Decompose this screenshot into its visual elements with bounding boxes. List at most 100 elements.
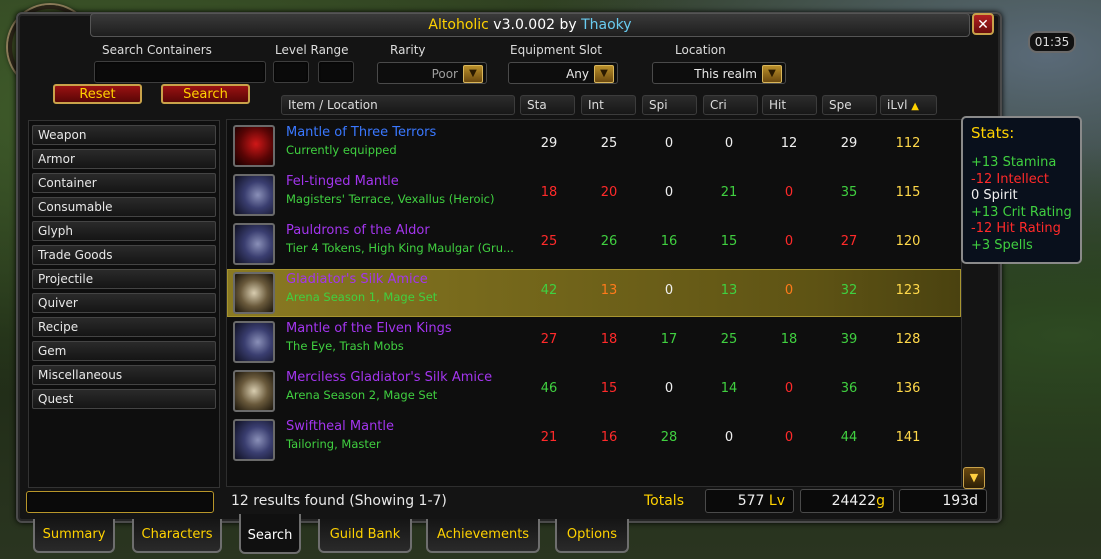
stat-cri: 21 [720,185,738,200]
status-input[interactable] [26,491,214,513]
search-button[interactable]: Search [161,84,250,104]
app-name: Altoholic [428,17,489,33]
tab-summary[interactable]: Summary [33,519,115,553]
window-title[interactable]: Altoholic v3.0.002 by Thaoky [90,13,970,37]
column-header-spe[interactable]: Spe [822,95,877,115]
stat-cri: 15 [720,234,738,249]
stat-spi: 0 [664,381,674,396]
item-name[interactable]: Merciless Gladiator's Silk Amice [286,370,492,385]
column-header-int[interactable]: Int [581,95,636,115]
level-min-input[interactable] [273,61,309,83]
reset-button[interactable]: Reset [53,84,142,104]
category-glyph[interactable]: Glyph [32,221,216,241]
level-range-label: Level Range [275,43,349,57]
rarity-value: Poor [431,67,458,81]
column-header-item[interactable]: Item / Location [281,95,515,115]
blue-shoulder-icon[interactable] [233,419,275,461]
item-name[interactable]: Swiftheal Mantle [286,419,394,434]
bone-shoulder-icon[interactable] [233,370,275,412]
blue-shoulder-icon[interactable] [233,321,275,363]
ilvl-header-label: iLvl [887,98,908,112]
tooltip-line: 0 Spirit [971,188,1018,203]
levels-unit: Lv [764,493,785,509]
column-header-hit[interactable]: Hit [762,95,817,115]
stat-spe: 35 [840,185,858,200]
stat-sta: 27 [540,332,558,347]
category-quiver[interactable]: Quiver [32,293,216,313]
scroll-down-button[interactable]: ▼ [963,467,985,489]
item-name[interactable]: Mantle of Three Terrors [286,125,436,140]
tab-characters[interactable]: Characters [132,519,222,553]
item-row[interactable]: Fel-tinged Mantle Magisters' Terrace, Vex… [227,171,961,219]
tooltip-line: +13 Stamina [971,155,1057,170]
category-recipe[interactable]: Recipe [32,317,216,337]
stat-spi: 17 [660,332,678,347]
stat-cri: 25 [720,332,738,347]
item-row[interactable]: Swiftheal Mantle Tailoring, Master 21 16 28 0… [227,416,961,464]
category-armor[interactable]: Armor [32,149,216,169]
stat-spe: 39 [840,332,858,347]
stat-spi: 0 [664,136,674,151]
item-row[interactable]: Mantle of the Elven Kings The Eye, Trash … [227,318,961,366]
category-container[interactable]: Container [32,173,216,193]
item-row[interactable]: Gladiator's Silk Amice Arena Season 1, Ma… [227,269,961,317]
location-label: Location [675,43,726,57]
stat-spe: 27 [840,234,858,249]
chevron-down-icon[interactable]: ▼ [463,65,483,83]
column-header-sta[interactable]: Sta [520,95,575,115]
column-header-spi[interactable]: Spi [642,95,697,115]
item-name[interactable]: Fel-tinged Mantle [286,174,399,189]
column-header-ilvl[interactable]: iLvl ▲ [880,95,937,115]
sort-asc-icon: ▲ [911,101,919,112]
category-trade-goods[interactable]: Trade Goods [32,245,216,265]
category-miscellaneous[interactable]: Miscellaneous [32,365,216,385]
stat-int: 26 [600,234,618,249]
tab-guild-bank[interactable]: Guild Bank [318,519,412,553]
close-icon: ✕ [977,17,989,33]
category-gem[interactable]: Gem [32,341,216,361]
chevron-down-icon[interactable]: ▼ [762,65,782,83]
chevron-down-icon[interactable]: ▼ [594,65,614,83]
category-projectile[interactable]: Projectile [32,269,216,289]
stat-spi: 28 [660,430,678,445]
item-row[interactable]: Merciless Gladiator's Silk Amice Arena Se… [227,367,961,415]
equipment-slot-dropdown[interactable]: Any ▼ [508,62,618,84]
game-clock[interactable]: 01:35 [1028,31,1076,53]
bone-shoulder-icon[interactable] [233,272,275,314]
location-dropdown[interactable]: This realm ▼ [652,62,786,84]
item-location: Tier 4 Tokens, High King Maulgar (Gru... [286,241,514,255]
tooltip-line: +13 Crit Rating [971,204,1072,220]
item-name[interactable]: Gladiator's Silk Amice [286,272,428,287]
close-button[interactable]: ✕ [972,13,994,35]
item-name[interactable]: Mantle of the Elven Kings [286,321,452,336]
tab-options[interactable]: Options [555,519,629,553]
tab-achievements[interactable]: Achievements [426,519,540,553]
stat-sta: 21 [540,430,558,445]
stat-int: 16 [600,430,618,445]
red-shoulder-icon[interactable] [233,125,275,167]
stat-spi: 0 [664,185,674,200]
category-quest[interactable]: Quest [32,389,216,409]
column-header-cri[interactable]: Cri [703,95,758,115]
total-levels-value: 577 [737,493,765,509]
category-consumable[interactable]: Consumable [32,197,216,217]
search-input[interactable] [94,61,266,83]
tab-search[interactable]: Search [239,514,301,554]
stat-hit: 0 [784,185,794,200]
rarity-dropdown[interactable]: Poor ▼ [377,62,487,84]
item-level: 115 [895,185,921,200]
blue-shoulder-icon[interactable] [233,174,275,216]
tooltip-line: -12 Hit Rating [971,221,1061,236]
item-name[interactable]: Pauldrons of the Aldor [286,223,430,238]
level-max-input[interactable] [318,61,354,83]
total-gold-value: 24422 [831,493,877,509]
blue-shoulder-icon[interactable] [233,223,275,265]
item-level: 123 [895,283,921,298]
item-location: Arena Season 1, Mage Set [286,290,438,304]
stat-int: 20 [600,185,618,200]
stat-int: 25 [600,136,618,151]
category-weapon[interactable]: Weapon [32,125,216,145]
item-row[interactable]: Mantle of Three Terrors Currently equippe… [227,122,961,170]
item-level: 112 [895,136,921,151]
item-row[interactable]: Pauldrons of the Aldor Tier 4 Tokens, Hig… [227,220,961,268]
